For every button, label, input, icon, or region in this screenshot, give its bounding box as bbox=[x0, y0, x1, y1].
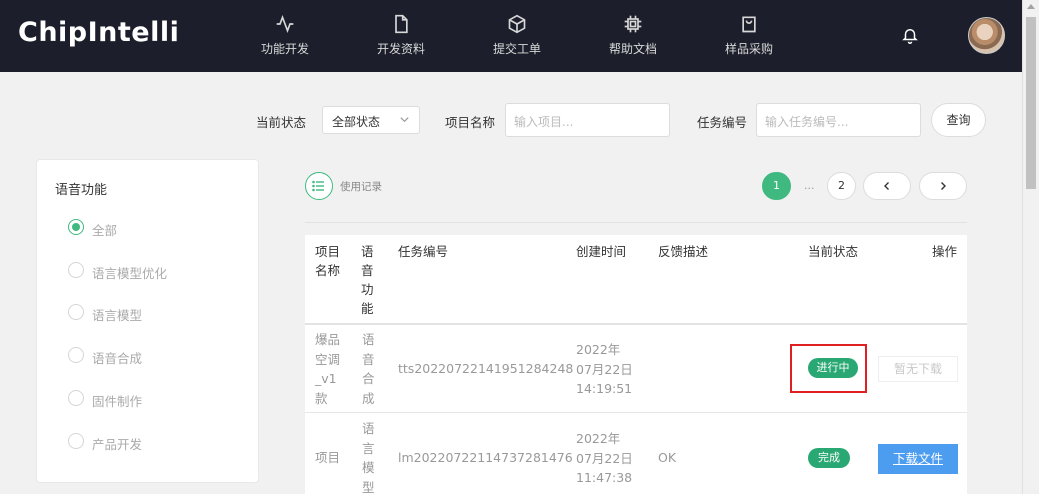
row1-task-id: tts20220722141951284248 bbox=[398, 361, 574, 376]
radio-label: 产品开发 bbox=[92, 437, 143, 452]
nav-item-dev-materials[interactable]: 开发资料 bbox=[356, 14, 446, 57]
chevron-left-icon bbox=[884, 182, 889, 190]
radio-checked-icon bbox=[68, 219, 84, 235]
nav-item-label: 功能开发 bbox=[260, 42, 309, 56]
page-scrollbar[interactable] bbox=[1022, 0, 1039, 494]
chevron-right-icon bbox=[941, 182, 946, 190]
row2-voice-function: 语言模型 bbox=[362, 421, 375, 494]
shopping-bag-icon bbox=[704, 14, 794, 36]
usage-records-link[interactable]: 使用记录 bbox=[340, 179, 382, 194]
header-separator bbox=[305, 323, 967, 325]
row-separator bbox=[305, 412, 967, 413]
radio-label: 语音合成 bbox=[92, 351, 143, 366]
scrollbar-thumb[interactable] bbox=[1026, 17, 1036, 189]
list-icon[interactable] bbox=[305, 172, 333, 200]
header-feedback: 反馈描述 bbox=[658, 244, 709, 259]
page-1-button[interactable]: 1 bbox=[762, 172, 791, 200]
prev-page-button[interactable] bbox=[863, 172, 911, 200]
row2-feedback: OK bbox=[658, 450, 677, 465]
row2-task-id: lm20220722114737281476 bbox=[398, 450, 573, 465]
nav-item-help-docs[interactable]: 帮助文档 bbox=[588, 14, 678, 57]
nav-item-label: 开发资料 bbox=[376, 42, 425, 56]
radio-unchecked-icon bbox=[68, 262, 84, 278]
content-divider bbox=[305, 222, 967, 223]
header-created-time: 创建时间 bbox=[576, 244, 627, 259]
radio-label: 语言模型 bbox=[92, 308, 143, 323]
task-id-input[interactable]: 输入任务编号... bbox=[756, 103, 921, 137]
radio-unchecked-icon bbox=[68, 433, 84, 449]
row1-project-name: 爆品空调_v1款 bbox=[315, 332, 341, 406]
top-navigation-bar: ChipIntelli 功能开发 开发资料 提交工单 帮助文档 样品采购 bbox=[0, 0, 1022, 72]
status-select-value: 全部状态 bbox=[332, 115, 381, 129]
status-badge-in-progress: 进行中 bbox=[808, 358, 858, 378]
nav-item-label: 提交工单 bbox=[492, 42, 541, 56]
package-icon bbox=[472, 14, 562, 36]
header-action: 操作 bbox=[932, 244, 958, 259]
header-status: 当前状态 bbox=[808, 244, 859, 259]
header-task-id: 任务编号 bbox=[398, 244, 449, 259]
user-avatar[interactable] bbox=[968, 17, 1005, 54]
row1-created-time: 2022年07月22日14:19:51 bbox=[576, 342, 633, 396]
header-project-name: 项目名称 bbox=[315, 244, 341, 278]
file-icon bbox=[356, 14, 446, 36]
sidebar-title: 语音功能 bbox=[55, 183, 108, 198]
status-select[interactable]: 全部状态 bbox=[322, 106, 420, 134]
radio-unchecked-icon bbox=[68, 390, 84, 406]
activity-icon bbox=[240, 14, 330, 36]
scroll-up-arrow-icon[interactable] bbox=[1027, 4, 1035, 9]
radio-unchecked-icon bbox=[68, 304, 84, 320]
project-name-input[interactable]: 输入项目... bbox=[505, 103, 670, 137]
status-filter-label: 当前状态 bbox=[256, 115, 307, 130]
row2-project-name: 项目 bbox=[315, 450, 341, 465]
bell-icon[interactable] bbox=[901, 25, 919, 49]
project-filter-label: 项目名称 bbox=[445, 115, 496, 130]
nav-item-submit-ticket[interactable]: 提交工单 bbox=[472, 14, 562, 57]
page-ellipsis: ... bbox=[804, 179, 815, 192]
radio-label: 语言模型优化 bbox=[92, 266, 168, 281]
nav-item-function-dev[interactable]: 功能开发 bbox=[240, 14, 330, 57]
chip-icon bbox=[588, 14, 678, 36]
no-download-button[interactable]: 暂无下载 bbox=[878, 356, 958, 382]
app-logo[interactable]: ChipIntelli bbox=[18, 17, 179, 48]
radio-label: 固件制作 bbox=[92, 394, 143, 409]
nav-item-label: 帮助文档 bbox=[608, 42, 657, 56]
radio-unchecked-icon bbox=[68, 347, 84, 363]
radio-label: 全部 bbox=[92, 223, 118, 238]
download-file-button[interactable]: 下载文件 bbox=[878, 444, 958, 474]
voice-function-sidebar: 语音功能 全部 语言模型优化 语言模型 语音合成 固件制作 产品开发 bbox=[36, 159, 259, 483]
task-table: 项目名称 语音功能 任务编号 创建时间 反馈描述 当前状态 操作 爆品空调_v1… bbox=[305, 235, 967, 494]
page-2-button[interactable]: 2 bbox=[827, 172, 856, 200]
query-button[interactable]: 查询 bbox=[931, 103, 986, 137]
chevron-down-icon bbox=[399, 114, 410, 128]
task-filter-label: 任务编号 bbox=[697, 115, 748, 130]
nav-item-sample-purchase[interactable]: 样品采购 bbox=[704, 14, 794, 57]
status-badge-complete: 完成 bbox=[808, 448, 850, 468]
header-voice-function: 语音功能 bbox=[361, 244, 374, 316]
row2-created-time: 2022年07月22日11:47:38 bbox=[576, 431, 633, 485]
nav-item-label: 样品采购 bbox=[724, 42, 773, 56]
row1-voice-function: 语音合成 bbox=[362, 332, 375, 406]
next-page-button[interactable] bbox=[919, 172, 967, 200]
